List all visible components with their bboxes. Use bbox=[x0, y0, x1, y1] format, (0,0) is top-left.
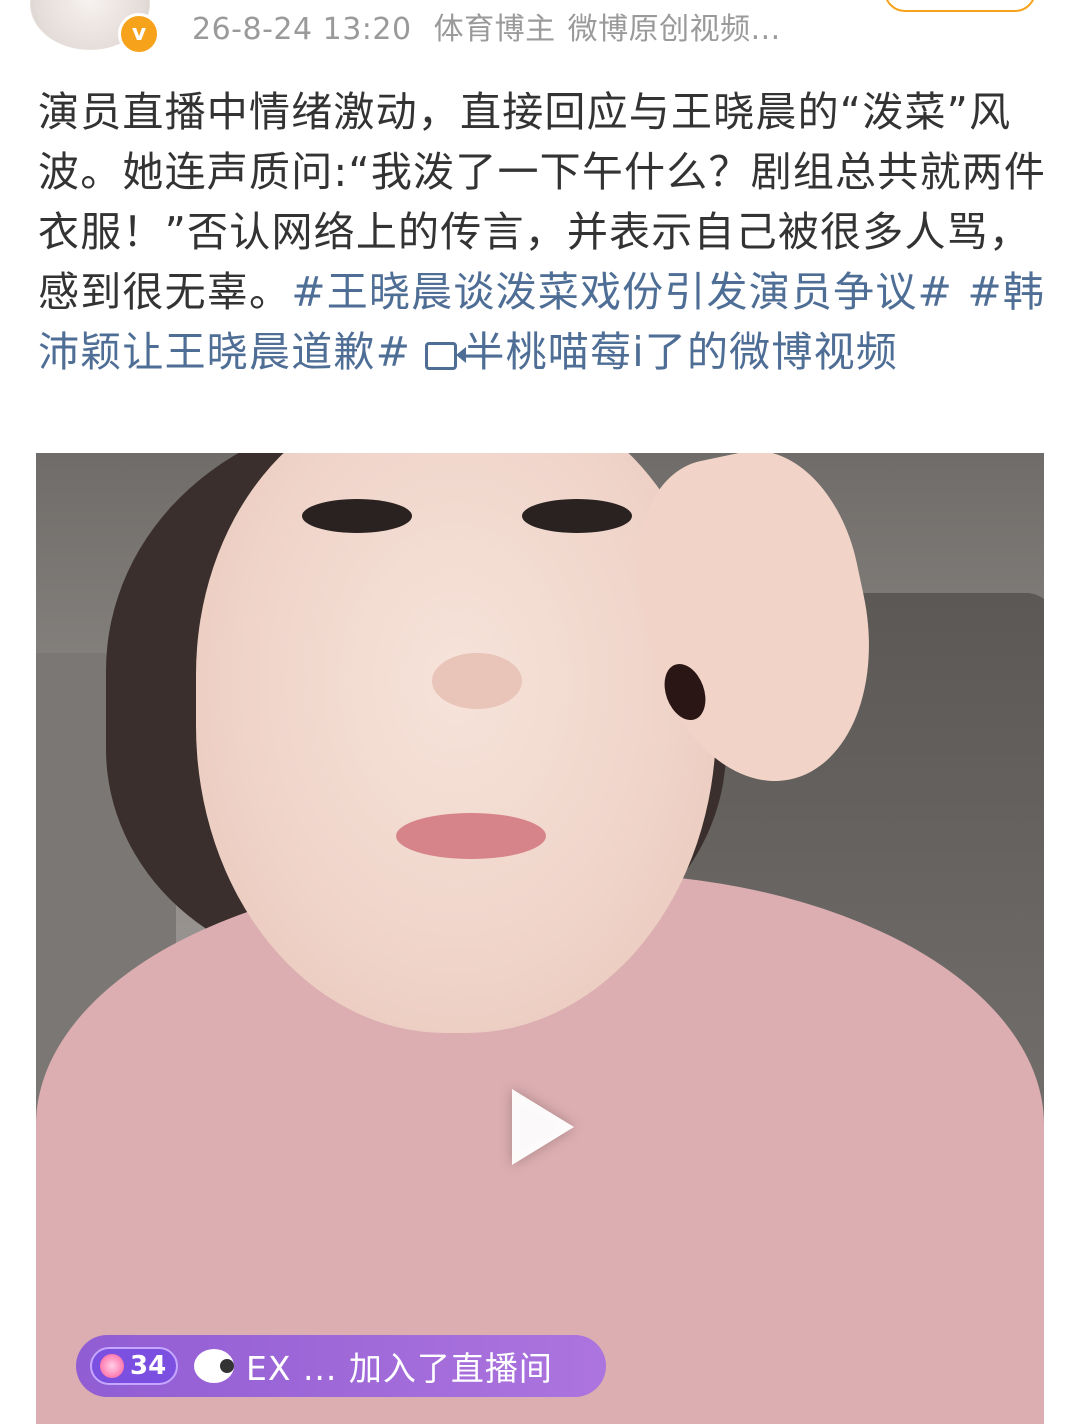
post-source: 微博原创视频... bbox=[567, 12, 781, 47]
follow-button[interactable] bbox=[884, 0, 1036, 12]
video-person-lips bbox=[396, 813, 546, 859]
play-icon[interactable] bbox=[512, 1089, 574, 1165]
live-level-value: 34 bbox=[130, 1351, 167, 1381]
video-person-face bbox=[196, 453, 716, 1033]
author-tag[interactable]: 体育博主 bbox=[434, 12, 556, 47]
sheep-icon bbox=[194, 1349, 234, 1383]
verified-v-icon: v bbox=[118, 13, 160, 55]
post-timestamp: 26-8-24 13:20 bbox=[192, 12, 412, 47]
video-player[interactable]: 34 EX ... 加入了直播间 bbox=[36, 453, 1044, 1424]
post-meta: 26-8-24 13:20 体育博主 微博原创视频... bbox=[192, 4, 781, 48]
post-header: v 26-8-24 13:20 体育博主 微博原创视频... bbox=[0, 0, 1080, 62]
video-link-label: 半桃喵莓i了的微博视频 bbox=[463, 328, 898, 376]
video-link[interactable]: 半桃喵莓i了的微博视频 bbox=[425, 328, 898, 376]
live-join-text: EX ... 加入了直播间 bbox=[246, 1349, 553, 1388]
hashtag-link-1[interactable]: #王晓晨谈泼菜戏份引发演员争议# bbox=[291, 268, 953, 316]
post-content: 演员直播中情绪激动，直接回应与王晓晨的“泼菜”风波。她连声质问:“我泼了一下午什… bbox=[38, 82, 1048, 382]
video-person-eye-left bbox=[302, 499, 412, 533]
live-level-badge: 34 bbox=[90, 1347, 178, 1385]
video-person-eye-right bbox=[522, 499, 632, 533]
video-person-nose bbox=[432, 653, 522, 709]
live-join-banner: 34 EX ... 加入了直播间 bbox=[76, 1335, 606, 1397]
video-camera-icon bbox=[425, 342, 467, 370]
gem-icon bbox=[100, 1354, 124, 1378]
